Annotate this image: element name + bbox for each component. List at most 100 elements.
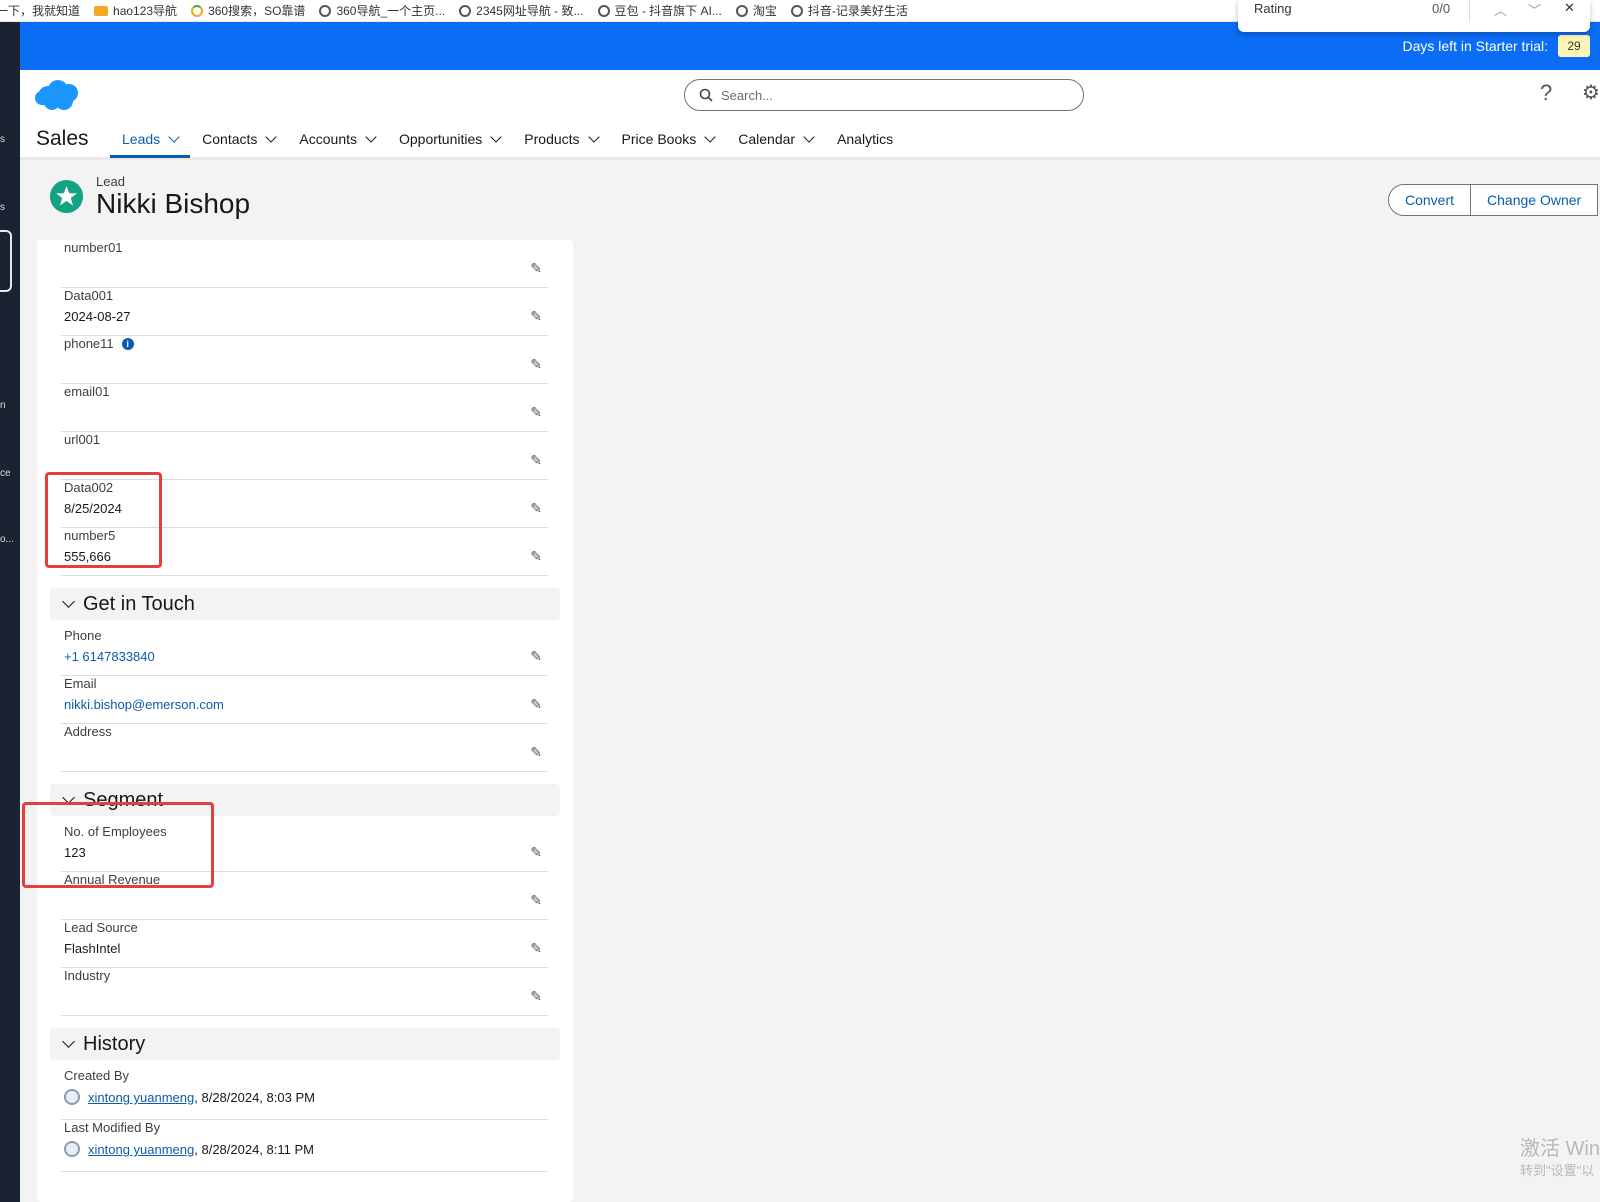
bookmark-label: hao123导航 [113,4,178,18]
field-label: number5 [64,528,116,543]
find-next-icon[interactable]: ﹀ [1528,0,1541,19]
field-label: Lead Source [64,920,138,935]
chevron-down-icon[interactable] [62,791,75,804]
edit-pencil-icon[interactable]: ✎ [530,844,542,861]
nav-tab-leads[interactable]: Leads [110,122,191,158]
edit-pencil-icon[interactable]: ✎ [530,548,542,565]
so360-icon [191,4,204,17]
bookmark-item[interactable]: 360搜索，SO靠谱 [191,2,305,19]
nav-tab-contacts[interactable]: Contacts [190,122,287,156]
nav-tab-opportunities[interactable]: Opportunities [387,122,512,156]
find-input[interactable]: Rating [1254,1,1292,16]
globe-icon [319,4,332,17]
phone-link[interactable]: +1 6147833840 [64,649,155,664]
section-get-in-touch[interactable]: Get in Touch [50,588,560,620]
salesforce-logo-icon[interactable] [34,78,82,112]
find-match-count: 0/0 [1432,1,1451,16]
avatar [64,1089,80,1105]
edit-pencil-icon[interactable]: ✎ [530,988,542,1005]
find-divider [1469,0,1470,22]
bookmark-item[interactable]: 豆包 - 抖音旗下 AI... [597,2,722,19]
field-label: Last Modified By [64,1120,161,1135]
nav-tab-price-books[interactable]: Price Books [610,122,727,156]
search-input[interactable] [721,87,1061,103]
edit-pencil-icon[interactable]: ✎ [530,744,542,761]
field-value: 555,666 [64,549,111,564]
gear-icon[interactable]: ⚙ [1582,80,1600,105]
nav-tab-label: Opportunities [399,131,483,147]
created-date: , 8/28/2024, 8:03 PM [194,1090,315,1105]
record-actions: Convert Change Owner [1388,184,1599,216]
globe-icon [735,4,748,17]
field-value: FlashIntel [64,941,121,956]
bookmark-item[interactable]: hao123导航 [94,2,177,19]
nav-tab-label: Accounts [299,131,357,147]
find-previous-icon[interactable]: ︿ [1494,0,1507,19]
user-link[interactable]: xintong yuanmeng [88,1090,194,1105]
chevron-down-icon[interactable] [265,130,278,143]
field-annual-revenue: Annual Revenue ✎ [61,872,548,920]
bookmark-item[interactable]: 抖音-记录美好生活 [790,2,908,19]
field-phone11: phone11 i ✎ [61,336,548,384]
field-number01: number01 ✎ [61,240,548,288]
info-icon[interactable]: i [121,338,134,350]
field-value: 2024-08-27 [64,309,131,324]
bookmark-label: 2345网址导航 - 致... [476,4,584,18]
find-close-icon[interactable]: ✕ [1564,0,1575,16]
field-phone: Phone +1 6147833840 ✎ [61,628,548,676]
nav-tab-label: Products [524,131,580,147]
background-text: s [0,134,5,145]
field-label: Created By [64,1068,130,1083]
edit-pencil-icon[interactable]: ✎ [530,940,542,957]
global-search[interactable] [684,79,1084,111]
edit-pencil-icon[interactable]: ✎ [530,500,542,517]
section-segment[interactable]: Segment [50,784,560,816]
bookmark-item[interactable]: 360导航_一个主页... [319,2,445,19]
chevron-down-icon[interactable] [803,130,815,143]
chevron-down-icon[interactable] [704,130,716,143]
bookmark-item[interactable]: 淘宝 [735,2,777,19]
edit-pencil-icon[interactable]: ✎ [530,404,542,421]
edit-pencil-icon[interactable]: ✎ [530,356,542,373]
chevron-down-icon[interactable] [365,130,377,143]
globe-icon [597,4,610,17]
bookmark-item[interactable]: 2345网址导航 - 致... [459,2,584,19]
bookmark-label: 豆包 - 抖音旗下 AI... [614,4,722,18]
edit-pencil-icon[interactable]: ✎ [530,648,542,665]
nav-tab-calendar[interactable]: Calendar [726,122,825,156]
field-label: Phone [64,628,102,643]
help-icon[interactable]: ? [1540,80,1552,106]
section-history[interactable]: History [50,1028,560,1060]
nav-tab-label: Analytics [837,131,894,147]
edit-pencil-icon[interactable]: ✎ [530,308,542,325]
modified-date: , 8/28/2024, 8:11 PM [194,1142,314,1157]
user-link[interactable]: xintong yuanmeng [88,1142,194,1157]
section-title: Segment [83,789,164,811]
field-value: xintong yuanmeng, 8/28/2024, 8:03 PM [64,1089,315,1105]
bookmark-label: 抖音-记录美好生活 [807,4,908,18]
field-created-by: Created By xintong yuanmeng, 8/28/2024, … [61,1068,548,1120]
nav-tab-products[interactable]: Products [512,122,609,156]
field-email: Email nikki.bishop@emerson.com ✎ [61,676,548,724]
chevron-down-icon[interactable] [490,130,502,143]
nav-tab-analytics[interactable]: Analytics [825,122,905,156]
field-industry: Industry ✎ [61,968,548,1016]
nav-tab-accounts[interactable]: Accounts [287,122,387,156]
field-label: phone11 i [64,336,134,351]
background-text: ce [0,468,11,479]
chevron-down-icon[interactable] [62,595,75,608]
nav-tab-label: Price Books [621,131,697,147]
bookmark-item[interactable]: 一下，我就知道 [0,2,80,19]
edit-pencil-icon[interactable]: ✎ [530,696,542,713]
edit-pencil-icon[interactable]: ✎ [530,892,542,909]
convert-button[interactable]: Convert [1388,184,1472,216]
nav-tab-label: Calendar [738,131,796,147]
email-link[interactable]: nikki.bishop@emerson.com [64,697,224,712]
change-owner-button[interactable]: Change Owner [1471,184,1599,216]
globe-icon [790,4,803,17]
edit-pencil-icon[interactable]: ✎ [530,452,542,469]
chevron-down-icon[interactable] [62,1035,75,1048]
edit-pencil-icon[interactable]: ✎ [530,260,542,277]
chevron-down-icon[interactable] [587,130,600,143]
chevron-down-icon[interactable] [168,130,180,143]
